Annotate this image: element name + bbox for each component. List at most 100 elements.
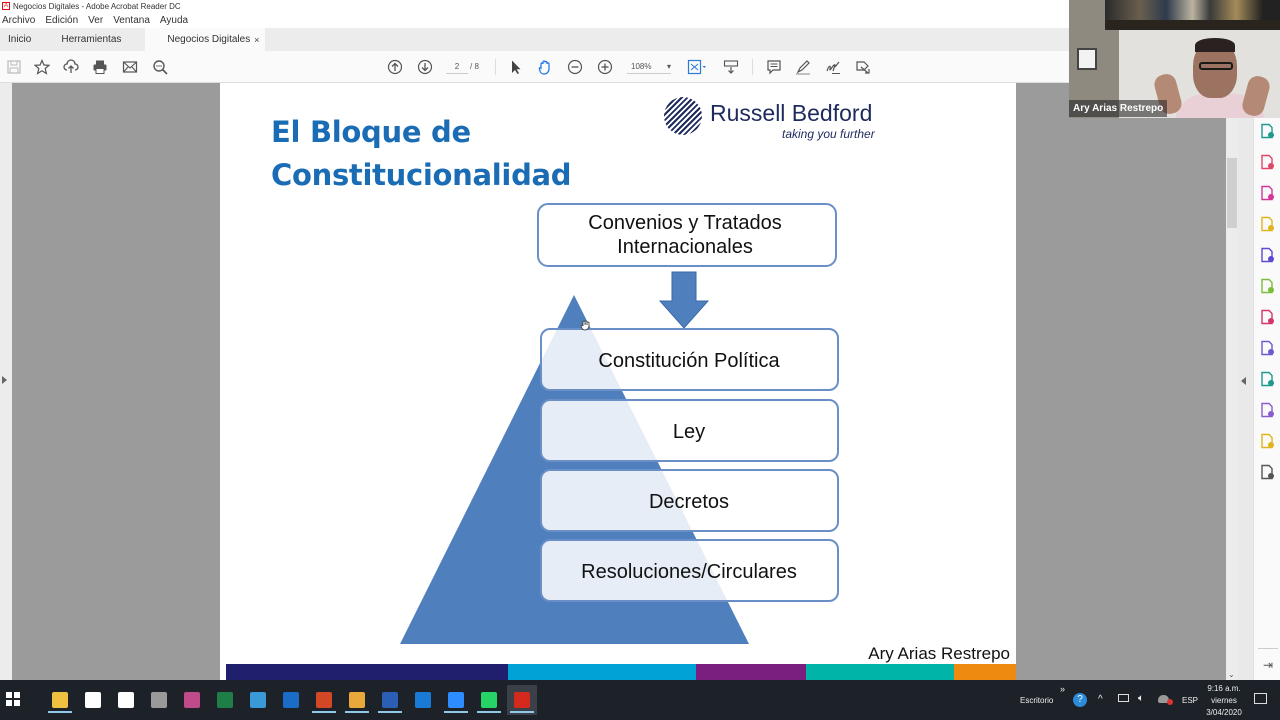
participant-name: Ary Arias Restrepo [1069, 100, 1168, 117]
zoom-icon[interactable] [441, 685, 471, 715]
desktop-toolbar-label[interactable]: Escritorio [1020, 696, 1053, 705]
windows-start-icon[interactable] [6, 692, 20, 706]
zoom-level-value: 108% [631, 62, 652, 71]
scrollbar-thumb[interactable] [1227, 158, 1237, 228]
fill-sign-icon[interactable] [1259, 309, 1275, 325]
next-page-icon[interactable] [416, 58, 434, 76]
photos-app-icon[interactable] [177, 685, 207, 715]
clock-date[interactable]: 3/04/2020 [1204, 708, 1244, 717]
scroll-down-icon[interactable]: ⌄ [1228, 670, 1235, 679]
tab-bar: Inicio Herramientas Negocios Digitales × [0, 28, 1070, 51]
down-arrow-icon [658, 271, 710, 329]
menu-ver[interactable]: Ver [88, 15, 103, 26]
export-pdf-icon[interactable] [1259, 154, 1275, 170]
print-icon[interactable] [91, 58, 109, 76]
pdf-page: El Bloque de Constitucionalidad Russell … [220, 83, 1016, 680]
zoom-in-icon[interactable] [596, 58, 614, 76]
acrobat-taskbar-icon[interactable] [507, 685, 537, 715]
chevron-down-icon: ▾ [666, 62, 671, 71]
input-language[interactable]: ESP [1182, 696, 1198, 705]
level-label: Ley [673, 421, 705, 443]
comment-tool-icon[interactable] [1259, 216, 1275, 232]
sign-icon[interactable] [824, 58, 842, 76]
page-number-input[interactable]: 2 [446, 60, 468, 74]
brand-color-band [226, 664, 1016, 680]
email-icon[interactable] [121, 58, 139, 76]
word-icon[interactable] [375, 685, 405, 715]
toolbar: 2 / 8 108% ▾ [0, 51, 1070, 83]
windows-taskbar: Escritorio » ? ^ 🔈︎ ESP 9:16 a.m. vierne… [0, 680, 1280, 720]
compress-pdf-icon[interactable] [1259, 278, 1275, 294]
whatsapp-icon[interactable] [474, 685, 504, 715]
zoom-out-icon[interactable] [566, 58, 584, 76]
menu-archivo[interactable]: Archivo [2, 15, 35, 26]
network-app-icon[interactable] [243, 685, 273, 715]
combine-files-icon[interactable] [1259, 247, 1275, 263]
clock-day[interactable]: viernes [1207, 696, 1241, 705]
more-tools-icon[interactable] [1259, 464, 1275, 480]
fit-page-icon[interactable] [685, 58, 709, 76]
scan-ocr-icon[interactable] [1259, 371, 1275, 387]
file-explorer-icon[interactable] [45, 685, 75, 715]
home-icon[interactable] [78, 685, 108, 715]
request-signature-icon[interactable] [1259, 402, 1275, 418]
notifications-icon[interactable] [1254, 693, 1267, 704]
hand-tool-icon[interactable] [536, 58, 554, 76]
search-icon[interactable] [151, 58, 169, 76]
send-comments-icon[interactable] [1259, 433, 1275, 449]
level-label: Resoluciones/Circulares [581, 561, 797, 583]
system-tray: Escritorio » ? ^ 🔈︎ ESP 9:16 a.m. vierne… [1010, 680, 1280, 720]
video-background-window [1077, 48, 1097, 70]
excel-icon[interactable] [210, 685, 240, 715]
edge-icon[interactable] [408, 685, 438, 715]
expand-left-panel-icon[interactable] [2, 376, 7, 384]
menu-ayuda[interactable]: Ayuda [160, 15, 188, 26]
tab-tools[interactable]: Herramientas [53, 28, 129, 51]
store-icon[interactable] [111, 685, 141, 715]
author-name: Ary Arias Restrepo [868, 644, 1010, 663]
collapse-right-panel-icon[interactable] [1241, 377, 1246, 385]
video-person-glasses [1199, 62, 1233, 70]
help-icon[interactable]: ? [1073, 693, 1087, 707]
select-cursor-icon[interactable] [507, 58, 525, 76]
zoom-level-select[interactable]: 108% ▾ [627, 60, 671, 74]
highlight-icon[interactable] [794, 58, 812, 76]
clock-time[interactable]: 9:16 a.m. [1207, 684, 1241, 693]
network-icon[interactable] [1118, 694, 1129, 702]
window-title-bar: A Negocios Digitales - Adobe Acrobat Rea… [0, 0, 1070, 12]
volume-icon[interactable]: 🔈︎ [1138, 693, 1144, 704]
expand-tools-pane-icon[interactable]: ⇥ [1263, 658, 1273, 672]
organize-pages-icon[interactable] [1259, 185, 1275, 201]
previous-page-icon[interactable] [386, 58, 404, 76]
video-thumbnail[interactable]: Ary Arias Restrepo [1069, 0, 1280, 118]
toolbar-overflow-icon[interactable]: » [1060, 684, 1065, 694]
bookmark-star-icon[interactable] [33, 58, 51, 76]
protect-icon[interactable] [1259, 340, 1275, 356]
webcam-app-icon[interactable] [144, 685, 174, 715]
create-pdf-icon[interactable] [1259, 123, 1275, 139]
error-badge-icon [1167, 699, 1173, 705]
share-icon[interactable] [854, 58, 872, 76]
toolbar-divider [752, 59, 753, 75]
show-hidden-icons-icon[interactable]: ^ [1098, 694, 1103, 705]
tab-home[interactable]: Inicio [0, 28, 39, 51]
save-icon[interactable] [5, 58, 23, 76]
outlook-icon[interactable] [276, 685, 306, 715]
top-box-line-2: Internacionales [617, 236, 753, 258]
menu-edicion[interactable]: Edición [45, 15, 78, 26]
tools-pane-divider [1258, 648, 1278, 649]
powerpoint-icon[interactable] [309, 685, 339, 715]
upload-cloud-icon[interactable] [62, 58, 80, 76]
close-tab-icon[interactable]: × [254, 35, 259, 45]
toolbar-divider [495, 59, 496, 75]
acrobat-icon: A [2, 2, 10, 10]
band-segment-purple [696, 664, 806, 680]
scroll-mode-icon[interactable] [722, 58, 740, 76]
tab-document[interactable]: Negocios Digitales × [145, 28, 266, 51]
page-total: / 8 [470, 62, 479, 71]
chrome-icon[interactable] [342, 685, 372, 715]
menu-ventana[interactable]: Ventana [113, 15, 150, 26]
band-segment-teal [806, 664, 954, 680]
comment-icon[interactable] [765, 58, 783, 76]
level-label: Constitución Política [598, 350, 780, 372]
